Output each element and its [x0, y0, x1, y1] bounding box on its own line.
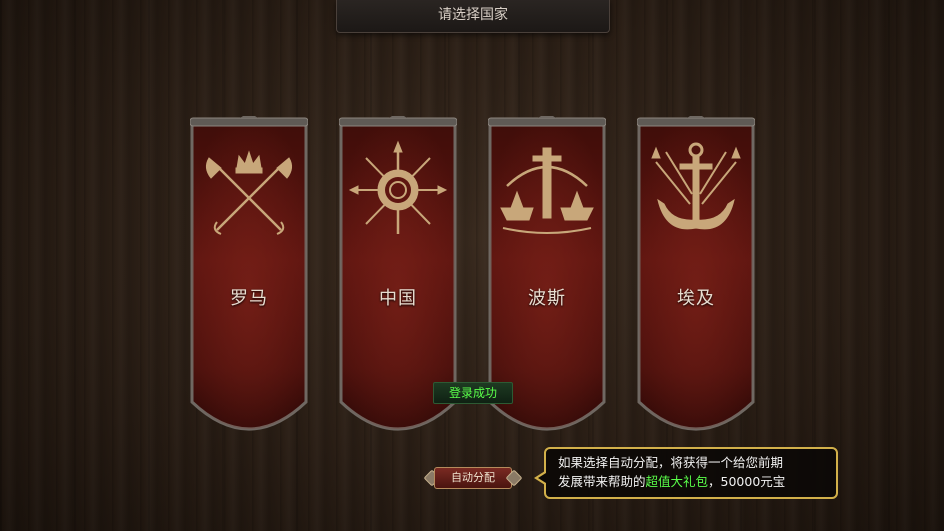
- auto-assign-tooltip: 如果选择自动分配，将获得一个给您前期 发展带来帮助的超值大礼包，50000元宝: [534, 447, 838, 499]
- shield-spears-icon: [348, 140, 448, 234]
- country-name-persia: 波斯: [528, 288, 566, 309]
- tooltip-highlight: 超值大礼包: [645, 474, 709, 489]
- anchor-tridents-icon: [651, 142, 741, 230]
- ships-sword-icon: [500, 147, 594, 234]
- login-success-toast: 登录成功: [433, 382, 513, 404]
- tooltip-line2: 发展带来帮助的超值大礼包，50000元宝: [558, 474, 786, 489]
- auto-assign-label: 自动分配: [434, 467, 512, 489]
- country-name-egypt: 埃及: [677, 288, 715, 309]
- page-title: 请选择国家: [336, 0, 610, 33]
- country-name-rome: 罗马: [230, 288, 268, 309]
- country-banner-egypt[interactable]: 埃及: [637, 116, 755, 442]
- country-banner-rome[interactable]: 罗马: [190, 116, 308, 442]
- crossed-axes-crown-icon: [205, 150, 293, 235]
- country-name-china: 中国: [379, 288, 417, 309]
- auto-assign-button[interactable]: 自动分配: [423, 466, 523, 490]
- tooltip-line1: 如果选择自动分配，将获得一个给您前期: [558, 455, 784, 470]
